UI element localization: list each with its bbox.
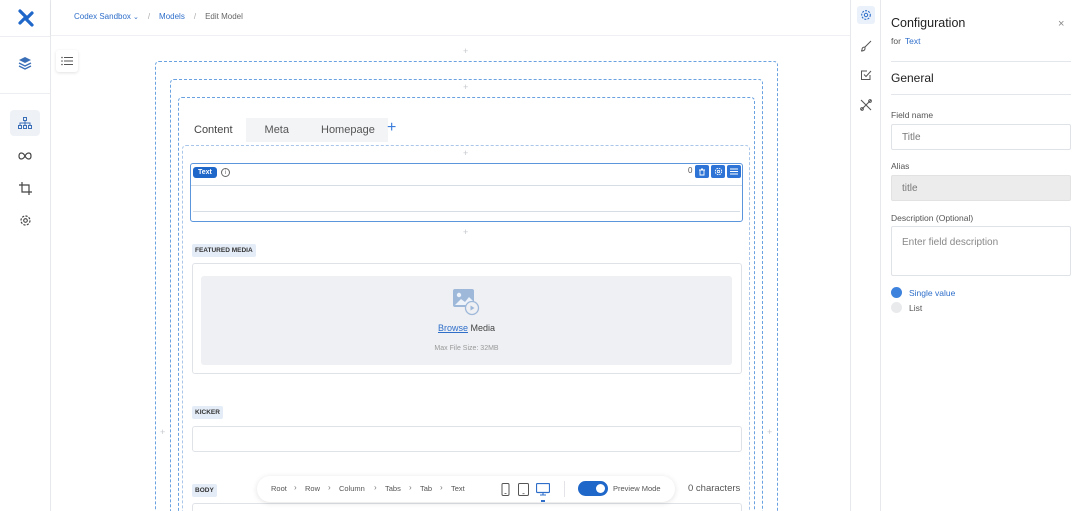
text-field-input[interactable] xyxy=(193,186,740,212)
check-square-icon[interactable] xyxy=(857,66,875,84)
chevron-right-icon: › xyxy=(409,483,412,492)
add-left-icon[interactable]: + xyxy=(160,428,165,437)
single-value-label[interactable]: Single value xyxy=(909,288,955,298)
settings-icon[interactable] xyxy=(10,207,40,233)
path-root[interactable]: Root xyxy=(271,484,287,493)
field-name-input[interactable]: Title xyxy=(891,124,1071,150)
browse-link[interactable]: Browse xyxy=(438,323,468,333)
gear-icon[interactable] xyxy=(857,6,875,24)
field-settings-button[interactable] xyxy=(711,165,725,178)
breadcrumb-models[interactable]: Models xyxy=(159,12,185,21)
layers-icon[interactable] xyxy=(10,50,40,76)
outline-toggle-button[interactable] xyxy=(56,50,78,72)
description-label: Description (Optional) xyxy=(891,213,974,223)
tab-meta[interactable]: Meta xyxy=(245,118,308,142)
browse-rest-text: Media xyxy=(468,323,496,333)
desktop-icon[interactable] xyxy=(535,482,551,501)
max-file-size: Max File Size: 32MB xyxy=(434,345,499,352)
preview-mode-toggle[interactable] xyxy=(578,481,608,496)
chevron-right-icon: › xyxy=(294,483,297,492)
selected-text-field[interactable] xyxy=(190,163,743,222)
rail-divider xyxy=(0,93,50,94)
for-label: for xyxy=(891,36,901,46)
breadcrumb-separator: / xyxy=(193,12,197,21)
add-tab-button[interactable]: + xyxy=(387,120,396,136)
path-row[interactable]: Row xyxy=(305,484,320,493)
tab-strip: Content Meta Homepage xyxy=(181,118,388,142)
add-right-icon[interactable]: + xyxy=(767,428,772,437)
chevron-down-icon[interactable]: ⌄ xyxy=(133,13,139,21)
breadcrumb-current: Edit Model xyxy=(205,12,243,21)
add-above-icon[interactable]: + xyxy=(463,149,468,158)
left-nav-rail xyxy=(0,0,51,511)
preview-mode-label: Preview Mode xyxy=(613,484,661,493)
kicker-label: KICKER xyxy=(192,406,223,419)
trash-icon xyxy=(699,168,705,175)
list-icon xyxy=(61,56,73,66)
image-video-icon xyxy=(453,289,480,316)
kicker-input[interactable] xyxy=(192,426,742,452)
configuration-panel: Configuration for Text × General Field na… xyxy=(881,0,1080,511)
field-type-badge: Text xyxy=(193,167,217,178)
add-above-icon[interactable]: + xyxy=(463,47,468,56)
body-label: BODY xyxy=(192,484,217,497)
field-char-count: 0 xyxy=(688,166,693,175)
app-logo-icon[interactable] xyxy=(17,9,35,27)
menu-icon xyxy=(730,168,738,175)
brush-icon[interactable] xyxy=(857,37,875,55)
alias-input: title xyxy=(891,175,1071,201)
tab-content[interactable]: Content xyxy=(181,118,246,142)
breadcrumb: Codex Sandbox ⌄ / Models / Edit Model xyxy=(74,12,243,21)
chevron-right-icon: › xyxy=(328,483,331,492)
delete-field-button[interactable] xyxy=(695,165,709,178)
section-heading: General xyxy=(891,71,934,85)
alias-label: Alias xyxy=(891,161,910,171)
mobile-icon[interactable] xyxy=(501,483,510,501)
field-name-label: Field name xyxy=(891,110,934,120)
path-tab[interactable]: Tab xyxy=(420,484,432,493)
breadcrumb-separator: / xyxy=(147,12,151,21)
character-count: 0 characters xyxy=(688,483,741,494)
sitemap-icon[interactable] xyxy=(10,110,40,136)
panel-subtitle: for Text xyxy=(891,36,921,46)
tab-homepage[interactable]: Homepage xyxy=(308,118,388,142)
media-dropzone[interactable]: Browse Media Max File Size: 32MB xyxy=(201,276,732,365)
add-above-icon[interactable]: + xyxy=(463,83,468,92)
add-below-icon[interactable]: + xyxy=(463,228,468,237)
path-column[interactable]: Column xyxy=(339,484,365,493)
field-menu-button[interactable] xyxy=(727,165,741,178)
panel-divider xyxy=(891,61,1071,62)
panel-divider xyxy=(891,94,1071,95)
right-icon-rail xyxy=(850,0,881,511)
body-input[interactable] xyxy=(192,503,742,511)
featured-media-label: FEATURED MEDIA xyxy=(192,244,256,257)
list-radio[interactable] xyxy=(891,302,902,313)
active-device-indicator xyxy=(541,500,545,502)
tools-icon[interactable] xyxy=(857,96,875,114)
top-bar: Codex Sandbox ⌄ / Models / Edit Model xyxy=(51,0,850,36)
crop-icon[interactable] xyxy=(10,175,40,201)
path-tabs[interactable]: Tabs xyxy=(385,484,401,493)
info-icon[interactable]: i xyxy=(221,168,230,177)
chevron-right-icon: › xyxy=(374,483,377,492)
description-textarea[interactable]: Enter field description xyxy=(891,226,1071,276)
rail-divider xyxy=(0,36,50,37)
for-field-type: Text xyxy=(904,36,921,46)
path-text[interactable]: Text xyxy=(451,484,465,493)
single-value-radio[interactable] xyxy=(891,287,902,298)
infinity-icon[interactable] xyxy=(10,143,40,169)
browse-media-text: Browse Media xyxy=(201,323,732,333)
tablet-icon[interactable] xyxy=(518,483,529,501)
list-label[interactable]: List xyxy=(909,303,922,313)
close-icon[interactable]: × xyxy=(1058,18,1064,30)
toggle-knob xyxy=(596,484,605,493)
breadcrumb-workspace[interactable]: Codex Sandbox xyxy=(74,12,131,21)
panel-title: Configuration xyxy=(891,16,966,30)
toolbar-divider xyxy=(564,481,565,497)
chevron-right-icon: › xyxy=(440,483,443,492)
gear-icon xyxy=(714,167,722,176)
